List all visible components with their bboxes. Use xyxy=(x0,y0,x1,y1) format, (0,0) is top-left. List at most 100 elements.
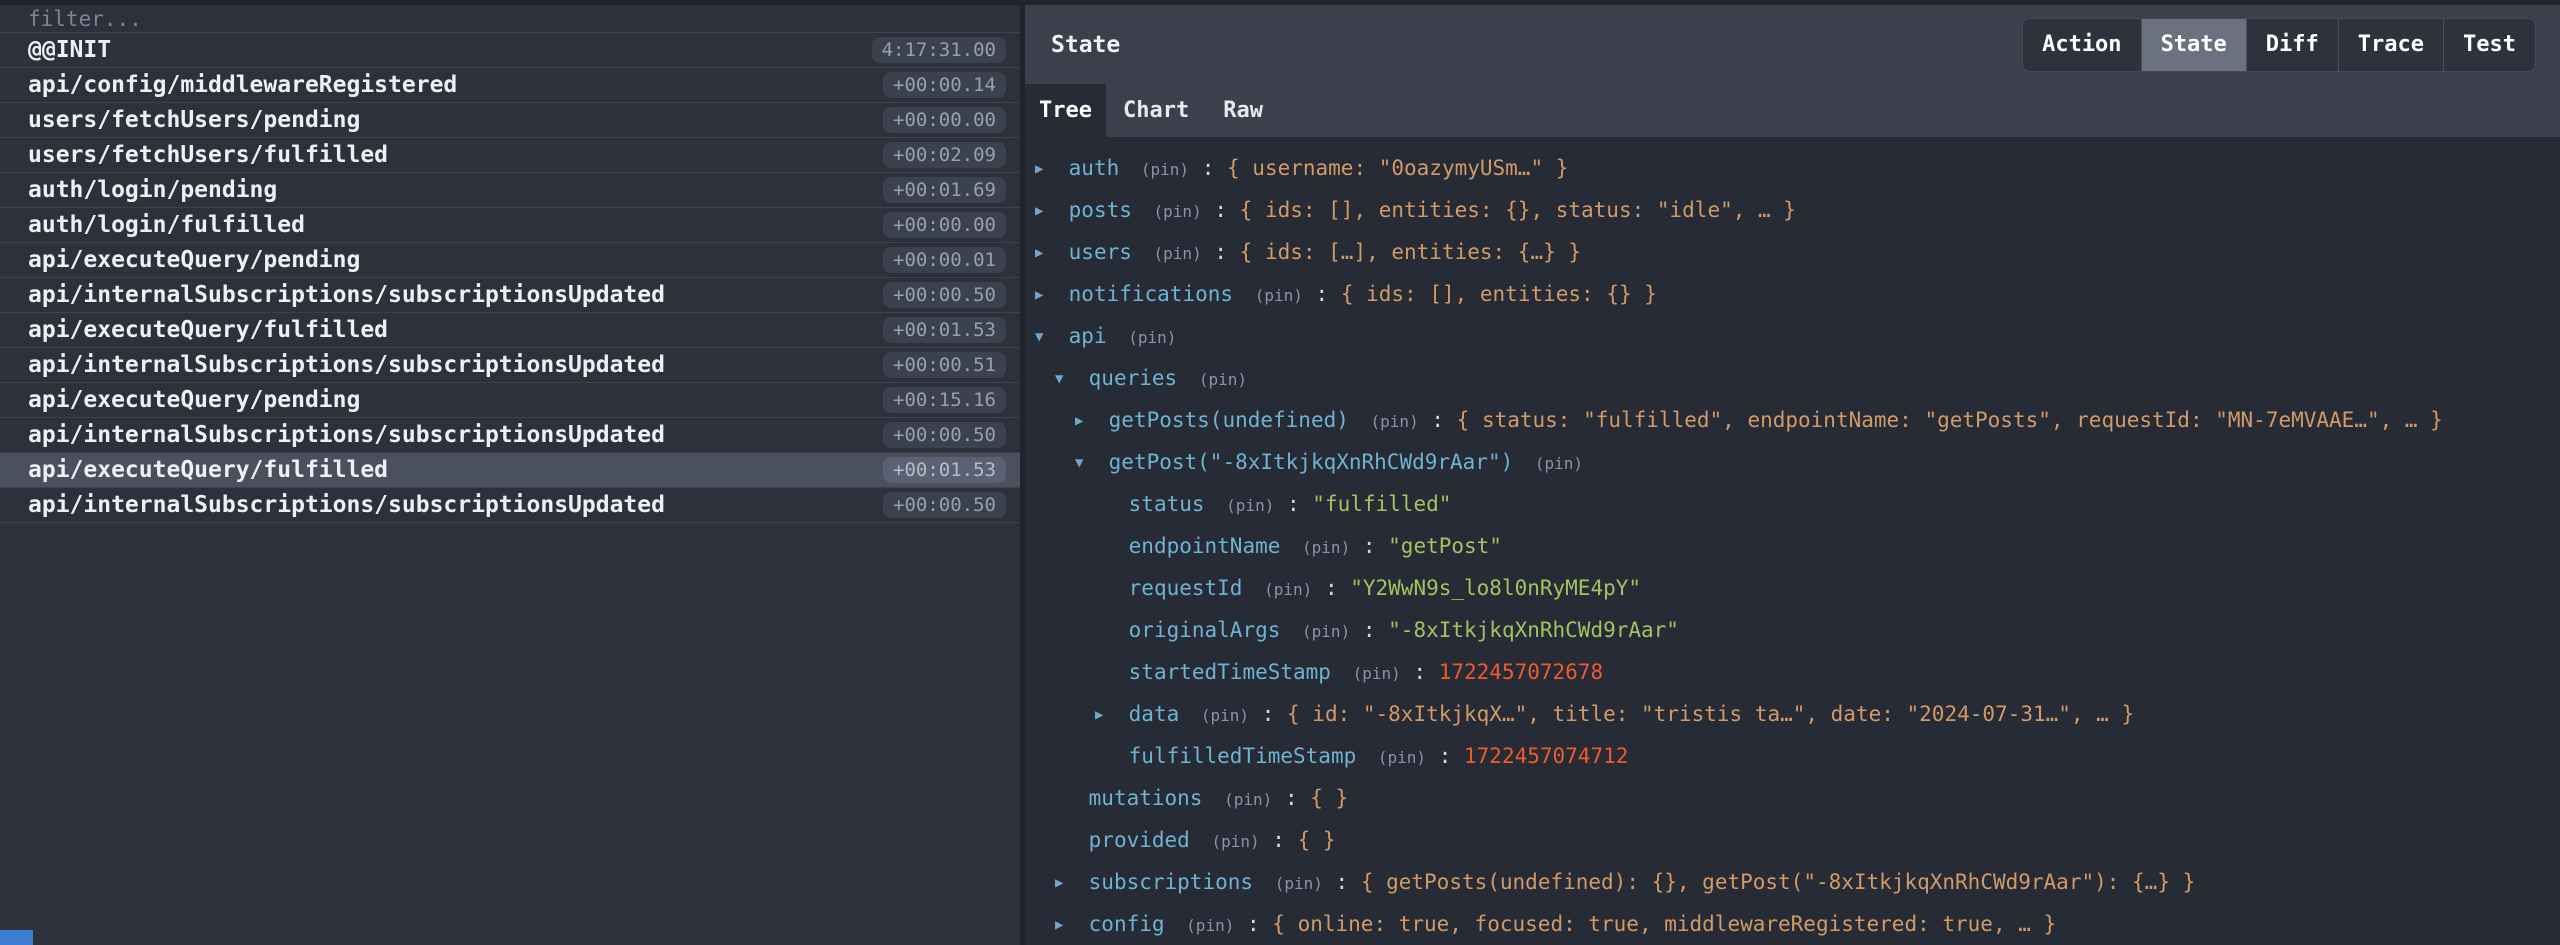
action-timestamp-badge: +00:02.09 xyxy=(883,142,1006,168)
tree-key[interactable]: subscriptions xyxy=(1089,870,1253,894)
action-list-item[interactable]: api/internalSubscriptions/subscriptionsU… xyxy=(0,418,1020,453)
pin-label[interactable]: (pin) xyxy=(1371,412,1419,431)
expand-arrow-icon[interactable]: ▶ xyxy=(1055,862,1076,904)
expand-arrow-icon[interactable]: ▶ xyxy=(1035,148,1056,190)
tree-key[interactable]: startedTimeStamp xyxy=(1129,660,1331,684)
tree-key[interactable]: config xyxy=(1089,912,1165,936)
expand-arrow-icon[interactable]: ▶ xyxy=(1055,904,1076,945)
pin-label[interactable]: (pin) xyxy=(1128,328,1176,347)
action-list-item[interactable]: api/internalSubscriptions/subscriptionsU… xyxy=(0,278,1020,313)
tree-key[interactable]: data xyxy=(1129,702,1180,726)
pin-label[interactable]: (pin) xyxy=(1199,370,1247,389)
key-value-separator: : xyxy=(1413,660,1438,684)
tree-row: ▼ api (pin) xyxy=(1025,315,2560,357)
tree-value: { ids: [], entities: {}, status: "idle",… xyxy=(1240,198,1796,222)
tree-key[interactable]: notifications xyxy=(1069,282,1233,306)
action-list-item[interactable]: api/executeQuery/fulfilled +00:01.53 xyxy=(0,313,1020,348)
pin-label[interactable]: (pin) xyxy=(1141,160,1189,179)
tree-row: ▶ posts (pin) : { ids: [], entities: {},… xyxy=(1025,189,2560,231)
tree-value: 1722457072678 xyxy=(1439,660,1603,684)
inspector-tab[interactable]: State xyxy=(2141,19,2246,71)
expand-arrow-icon[interactable]: ▶ xyxy=(1035,232,1056,274)
filter-input[interactable] xyxy=(0,5,1020,32)
tree-key[interactable]: requestId xyxy=(1129,576,1243,600)
action-list-item[interactable]: api/executeQuery/pending +00:15.16 xyxy=(0,383,1020,418)
expand-arrow-icon[interactable]: ▶ xyxy=(1035,190,1056,232)
tree-key[interactable]: status xyxy=(1129,492,1205,516)
pin-label[interactable]: (pin) xyxy=(1378,748,1426,767)
action-list-item[interactable]: api/internalSubscriptions/subscriptionsU… xyxy=(0,488,1020,523)
tree-key[interactable]: getPost("-8xItkjkqXnRhCWd9rAar") xyxy=(1109,450,1514,474)
tree-key[interactable]: api xyxy=(1069,324,1107,348)
pin-label[interactable]: (pin) xyxy=(1302,538,1350,557)
tree-key[interactable]: queries xyxy=(1089,366,1178,390)
pin-label[interactable]: (pin) xyxy=(1535,454,1583,473)
action-list-item[interactable]: api/executeQuery/pending +00:00.01 xyxy=(0,243,1020,278)
state-tree-view: ▶ auth (pin) : { username: "0oazymyUSm…"… xyxy=(1025,137,2560,945)
collapse-arrow-icon[interactable]: ▼ xyxy=(1075,442,1096,484)
action-type-label: api/internalSubscriptions/subscriptionsU… xyxy=(28,352,883,378)
action-timestamp-badge: +00:00.00 xyxy=(883,107,1006,133)
pin-label[interactable]: (pin) xyxy=(1224,790,1272,809)
tree-key[interactable]: posts xyxy=(1069,198,1132,222)
pin-label[interactable]: (pin) xyxy=(1211,832,1259,851)
view-mode-tab[interactable]: Raw xyxy=(1206,84,1280,137)
action-type-label: api/internalSubscriptions/subscriptionsU… xyxy=(28,422,883,448)
expand-arrow-icon[interactable]: ▶ xyxy=(1035,274,1056,316)
action-type-label: users/fetchUsers/fulfilled xyxy=(28,142,883,168)
expand-arrow-icon[interactable]: ▶ xyxy=(1075,400,1096,442)
action-list-item[interactable]: @@INIT 4:17:31.00 xyxy=(0,33,1020,68)
pin-label[interactable]: (pin) xyxy=(1264,580,1312,599)
tree-row: ▶ data (pin) : { id: "-8xItkjkqX…", titl… xyxy=(1025,693,2560,735)
action-type-label: api/internalSubscriptions/subscriptionsU… xyxy=(28,282,883,308)
action-list-item[interactable]: auth/login/fulfilled +00:00.00 xyxy=(0,208,1020,243)
tree-value: "Y2WwN9s_lo8l0nRyME4pY" xyxy=(1350,576,1641,600)
tree-key[interactable]: users xyxy=(1069,240,1132,264)
tree-key[interactable]: auth xyxy=(1069,156,1120,180)
tree-key[interactable]: originalArgs xyxy=(1129,618,1281,642)
inspector-tab[interactable]: Action xyxy=(2023,19,2140,71)
tree-value: { id: "-8xItkjkqX…", title: "tristis ta…… xyxy=(1287,702,2134,726)
action-type-label: auth/login/pending xyxy=(28,177,883,203)
tree-value: { ids: […], entities: {…} } xyxy=(1240,240,1581,264)
pin-label[interactable]: (pin) xyxy=(1275,874,1323,893)
tree-row: ▶ getPosts(undefined) (pin) : { status: … xyxy=(1025,399,2560,441)
panel-title: State xyxy=(1051,32,1120,58)
tree-key[interactable]: mutations xyxy=(1089,786,1203,810)
pin-label[interactable]: (pin) xyxy=(1154,202,1202,221)
tree-row: provided (pin) : { } xyxy=(1025,819,2560,861)
pin-label[interactable]: (pin) xyxy=(1302,622,1350,641)
pin-label[interactable]: (pin) xyxy=(1186,916,1234,935)
action-timestamp-badge: 4:17:31.00 xyxy=(872,37,1006,63)
action-list-item[interactable]: api/executeQuery/fulfilled +00:01.53 xyxy=(0,453,1020,488)
action-list-item[interactable]: api/internalSubscriptions/subscriptionsU… xyxy=(0,348,1020,383)
pin-label[interactable]: (pin) xyxy=(1201,706,1249,725)
bottom-toolbar-fragment xyxy=(0,930,33,945)
tree-key[interactable]: provided xyxy=(1089,828,1190,852)
tree-key[interactable]: getPosts(undefined) xyxy=(1109,408,1349,432)
tree-key[interactable]: endpointName xyxy=(1129,534,1281,558)
pin-label[interactable]: (pin) xyxy=(1353,664,1401,683)
expand-arrow-icon[interactable]: ▶ xyxy=(1095,694,1116,736)
collapse-arrow-icon[interactable]: ▼ xyxy=(1055,358,1076,400)
action-timestamp-badge: +00:00.00 xyxy=(883,212,1006,238)
tree-key[interactable]: fulfilledTimeStamp xyxy=(1129,744,1357,768)
action-timestamp-badge: +00:01.69 xyxy=(883,177,1006,203)
action-list-item[interactable]: users/fetchUsers/pending +00:00.00 xyxy=(0,103,1020,138)
key-value-separator: : xyxy=(1316,282,1341,306)
inspector-tab[interactable]: Test xyxy=(2443,19,2535,71)
action-type-label: auth/login/fulfilled xyxy=(28,212,883,238)
action-list-item[interactable]: auth/login/pending +00:01.69 xyxy=(0,173,1020,208)
action-list-item[interactable]: api/config/middlewareRegistered +00:00.1… xyxy=(0,68,1020,103)
action-list-item[interactable]: users/fetchUsers/fulfilled +00:02.09 xyxy=(0,138,1020,173)
pin-label[interactable]: (pin) xyxy=(1226,496,1274,515)
view-mode-tab[interactable]: Tree xyxy=(1025,84,1106,137)
action-timestamp-badge: +00:00.51 xyxy=(883,352,1006,378)
inspector-tab[interactable]: Trace xyxy=(2338,19,2443,71)
collapse-arrow-icon[interactable]: ▼ xyxy=(1035,316,1056,358)
pin-label[interactable]: (pin) xyxy=(1154,244,1202,263)
pin-label[interactable]: (pin) xyxy=(1255,286,1303,305)
view-mode-tab[interactable]: Chart xyxy=(1106,84,1206,137)
inspector-tab[interactable]: Diff xyxy=(2246,19,2338,71)
action-timestamp-badge: +00:00.14 xyxy=(883,72,1006,98)
